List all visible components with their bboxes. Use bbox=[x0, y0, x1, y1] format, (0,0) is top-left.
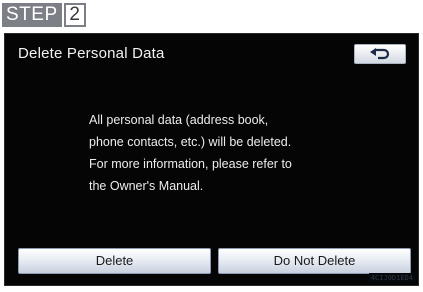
image-code: 4CIJ0D1ED4 bbox=[368, 273, 415, 283]
screen-title: Delete Personal Data bbox=[18, 45, 165, 62]
return-arrow-icon bbox=[370, 48, 390, 60]
warning-message: All personal data (address book, phone c… bbox=[89, 109, 389, 197]
do-not-delete-button[interactable]: Do Not Delete bbox=[218, 248, 411, 274]
delete-personal-data-screen: Delete Personal Data All personal data (… bbox=[4, 33, 419, 286]
step-indicator: STEP 2 bbox=[2, 3, 86, 27]
message-line: the Owner's Manual. bbox=[89, 179, 204, 193]
delete-button[interactable]: Delete bbox=[18, 248, 211, 274]
back-button[interactable] bbox=[354, 44, 406, 64]
message-line: phone contacts, etc.) will be deleted. bbox=[89, 135, 292, 149]
message-line: All personal data (address book, bbox=[89, 113, 269, 127]
message-line: For more information, please refer to bbox=[89, 157, 292, 171]
step-number: 2 bbox=[63, 3, 86, 27]
step-label: STEP bbox=[2, 3, 62, 27]
